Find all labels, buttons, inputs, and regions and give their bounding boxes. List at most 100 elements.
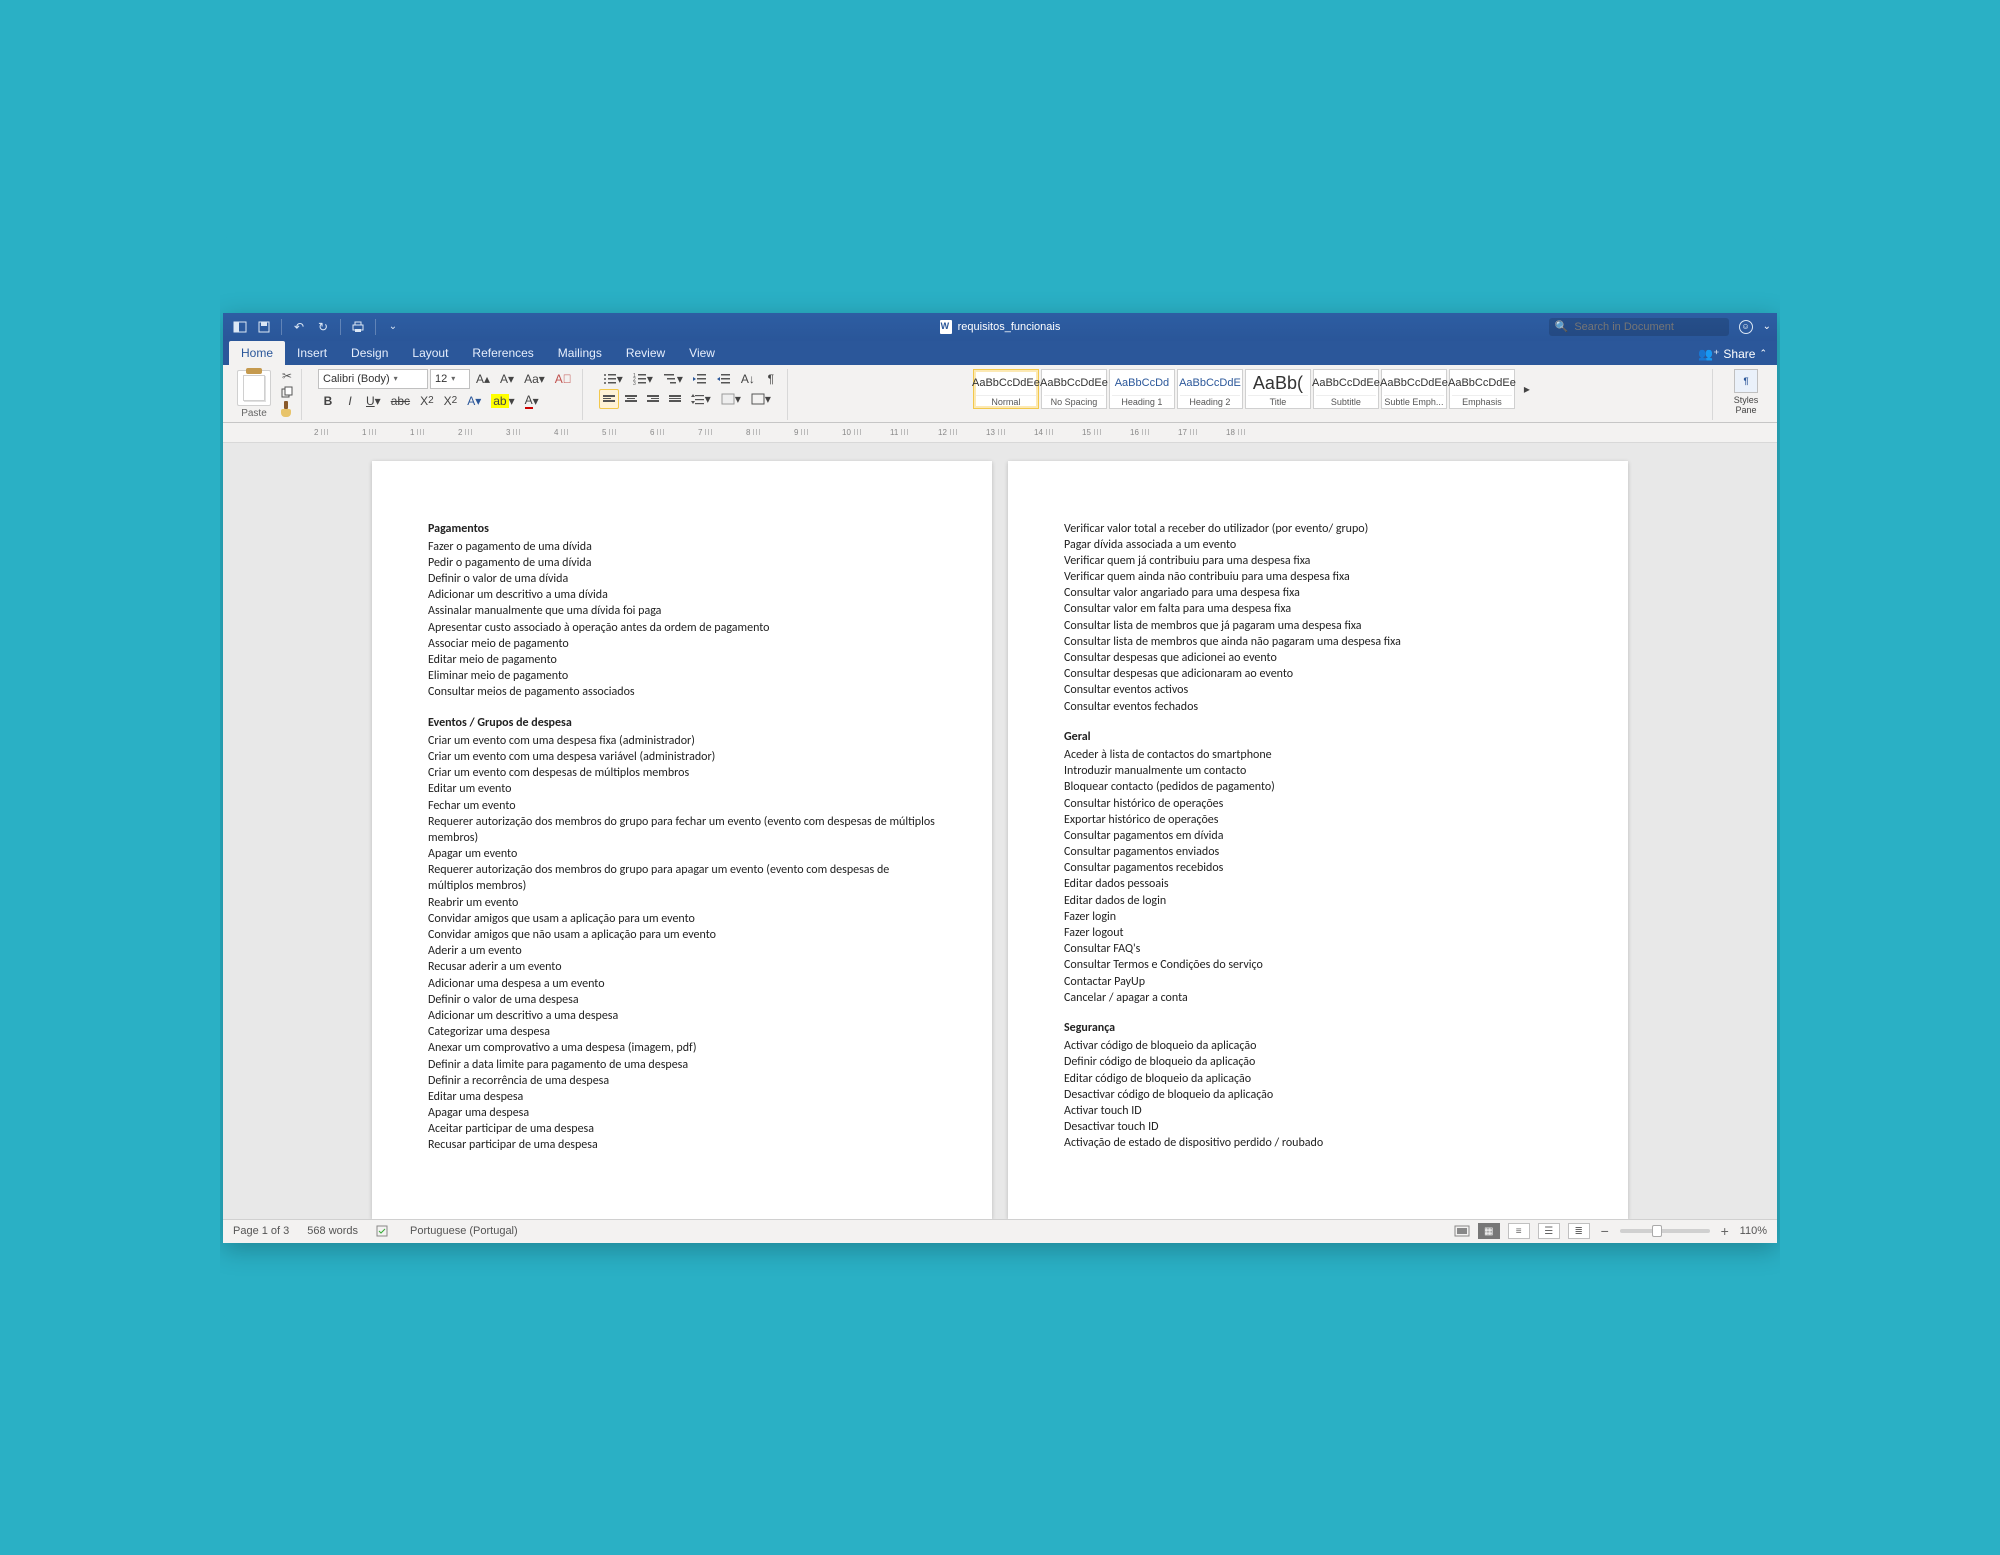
font-color-icon[interactable]: A▾	[521, 391, 543, 411]
bullets-icon[interactable]: ▾	[599, 369, 627, 389]
style-normal[interactable]: AaBbCcDdEeNormal	[973, 369, 1039, 409]
borders-icon[interactable]: ▾	[747, 389, 775, 409]
outline-view[interactable]: ☰	[1538, 1223, 1560, 1239]
format-painter-icon[interactable]	[279, 401, 295, 420]
body-line: Consultar valor angariado para uma despe…	[1064, 585, 1572, 601]
paragraph-group: ▾ 123▾ ▾ A↓ ¶	[593, 369, 788, 420]
body-line: Fazer login	[1064, 909, 1572, 925]
style-heading-2[interactable]: AaBbCcDdEHeading 2	[1177, 369, 1243, 409]
increase-indent-icon[interactable]	[713, 369, 735, 389]
body-line: Editar um evento	[428, 781, 936, 797]
body-line: Adicionar um descritivo a uma despesa	[428, 1008, 936, 1024]
redo-icon[interactable]: ↻	[312, 317, 334, 337]
tab-mailings[interactable]: Mailings	[546, 341, 614, 365]
body-line: Assinalar manualmente que uma dívida foi…	[428, 603, 936, 619]
numbering-icon[interactable]: 123▾	[629, 369, 657, 389]
bold-button[interactable]: B	[318, 391, 338, 411]
styles-more-icon[interactable]: ▸	[1517, 379, 1537, 399]
zoom-in-button[interactable]: +	[1718, 1223, 1732, 1239]
body-line: Aderir a um evento	[428, 943, 936, 959]
style-heading-1[interactable]: AaBbCcDdHeading 1	[1109, 369, 1175, 409]
draft-view[interactable]: ≣	[1568, 1223, 1590, 1239]
highlight-icon[interactable]: ab▾	[487, 391, 518, 411]
tab-insert[interactable]: Insert	[285, 341, 339, 365]
font-name-select[interactable]: Calibri (Body)▾	[318, 369, 428, 389]
style-title[interactable]: AaBb(Title	[1245, 369, 1311, 409]
zoom-out-button[interactable]: −	[1598, 1223, 1612, 1239]
decrease-indent-icon[interactable]	[689, 369, 711, 389]
copy-icon[interactable]	[279, 385, 295, 399]
italic-button[interactable]: I	[340, 391, 360, 411]
body-line: Aceder à lista de contactos do smartphon…	[1064, 747, 1572, 763]
shrink-font-icon[interactable]: A▾	[496, 369, 518, 389]
clear-formatting-icon[interactable]: A⃠	[551, 369, 576, 389]
body-line: Activar touch ID	[1064, 1103, 1572, 1119]
word-count[interactable]: 568 words	[307, 1225, 358, 1237]
cut-icon[interactable]: ✂	[279, 369, 295, 383]
font-size-select[interactable]: 12▾	[430, 369, 470, 389]
paste-button[interactable]	[237, 370, 271, 406]
tab-layout[interactable]: Layout	[400, 341, 460, 365]
body-line: Convidar amigos que não usam a aplicação…	[428, 927, 936, 943]
search-box[interactable]: 🔍	[1549, 318, 1729, 336]
styles-pane-button[interactable]: ¶ Styles Pane	[1729, 369, 1763, 415]
styles-group: AaBbCcDdEeNormalAaBbCcDdEeNo SpacingAaBb…	[798, 369, 1713, 420]
tab-view[interactable]: View	[677, 341, 727, 365]
style-emphasis[interactable]: AaBbCcDdEeEmphasis	[1449, 369, 1515, 409]
chevron-down-icon[interactable]: ⌄	[1763, 321, 1771, 332]
subscript-button[interactable]: X2	[416, 391, 438, 411]
save-icon[interactable]	[253, 317, 275, 337]
body-line: Desactivar touch ID	[1064, 1119, 1572, 1135]
align-left-icon[interactable]	[599, 389, 619, 409]
justify-icon[interactable]	[665, 389, 685, 409]
language-indicator[interactable]: Portuguese (Portugal)	[410, 1225, 518, 1237]
page-1: Pagamentos Fazer o pagamento de uma dívi…	[372, 461, 992, 1219]
undo-icon[interactable]: ↶	[288, 317, 310, 337]
styles-pane-group: ¶ Styles Pane	[1723, 369, 1769, 420]
text-effects-icon[interactable]: A▾	[463, 391, 485, 411]
shading-icon[interactable]: ▾	[717, 389, 745, 409]
body-line: Anexar um comprovativo a uma despesa (im…	[428, 1040, 936, 1056]
body-line: Categorizar uma despesa	[428, 1024, 936, 1040]
tab-review[interactable]: Review	[614, 341, 677, 365]
section-heading: Pagamentos	[428, 521, 936, 537]
body-line: Requerer autorização dos membros do grup…	[428, 862, 936, 894]
align-center-icon[interactable]	[621, 389, 641, 409]
tab-references[interactable]: References	[460, 341, 545, 365]
page-2: Verificar valor total a receber do utili…	[1008, 461, 1628, 1219]
show-marks-icon[interactable]: ¶	[761, 369, 781, 389]
customize-qat-icon[interactable]: ⌄	[382, 317, 404, 337]
focus-mode-icon[interactable]	[1454, 1224, 1470, 1238]
sort-icon[interactable]: A↓	[737, 369, 759, 389]
horizontal-ruler[interactable]: 21123456789101112131415161718	[223, 423, 1777, 443]
body-line: Definir código de bloqueio da aplicação	[1064, 1054, 1572, 1070]
body-line: Consultar valor em falta para uma despes…	[1064, 601, 1572, 617]
zoom-level[interactable]: 110%	[1740, 1225, 1767, 1237]
style-subtle-emph-[interactable]: AaBbCcDdEeSubtle Emph...	[1381, 369, 1447, 409]
strikethrough-button[interactable]: abc	[387, 391, 414, 411]
multilevel-list-icon[interactable]: ▾	[659, 369, 687, 389]
body-line: Criar um evento com uma despesa fixa (ad…	[428, 733, 936, 749]
underline-button[interactable]: U▾	[362, 391, 385, 411]
search-input[interactable]	[1572, 320, 1722, 334]
share-button[interactable]: 👥⁺ Share ⌃	[1688, 343, 1777, 365]
tab-design[interactable]: Design	[339, 341, 400, 365]
superscript-button[interactable]: X2	[440, 391, 462, 411]
print-layout-view[interactable]: ▦	[1478, 1223, 1500, 1239]
style-subtitle[interactable]: AaBbCcDdEeSubtitle	[1313, 369, 1379, 409]
change-case-icon[interactable]: Aa▾	[520, 369, 549, 389]
align-right-icon[interactable]	[643, 389, 663, 409]
page-indicator[interactable]: Page 1 of 3	[233, 1225, 289, 1237]
body-line: Cancelar / apagar a conta	[1064, 990, 1572, 1006]
print-icon[interactable]	[347, 317, 369, 337]
feedback-icon[interactable]: ☺	[1739, 320, 1753, 334]
zoom-slider[interactable]	[1620, 1229, 1710, 1233]
spellcheck-icon[interactable]	[376, 1224, 392, 1238]
style-no-spacing[interactable]: AaBbCcDdEeNo Spacing	[1041, 369, 1107, 409]
grow-font-icon[interactable]: A▴	[472, 369, 494, 389]
body-line: Activação de estado de dispositivo perdi…	[1064, 1135, 1572, 1151]
view-mode-icon[interactable]	[229, 317, 251, 337]
web-layout-view[interactable]: ≡	[1508, 1223, 1530, 1239]
tab-home[interactable]: Home	[229, 341, 285, 365]
line-spacing-icon[interactable]: ▾	[687, 389, 715, 409]
